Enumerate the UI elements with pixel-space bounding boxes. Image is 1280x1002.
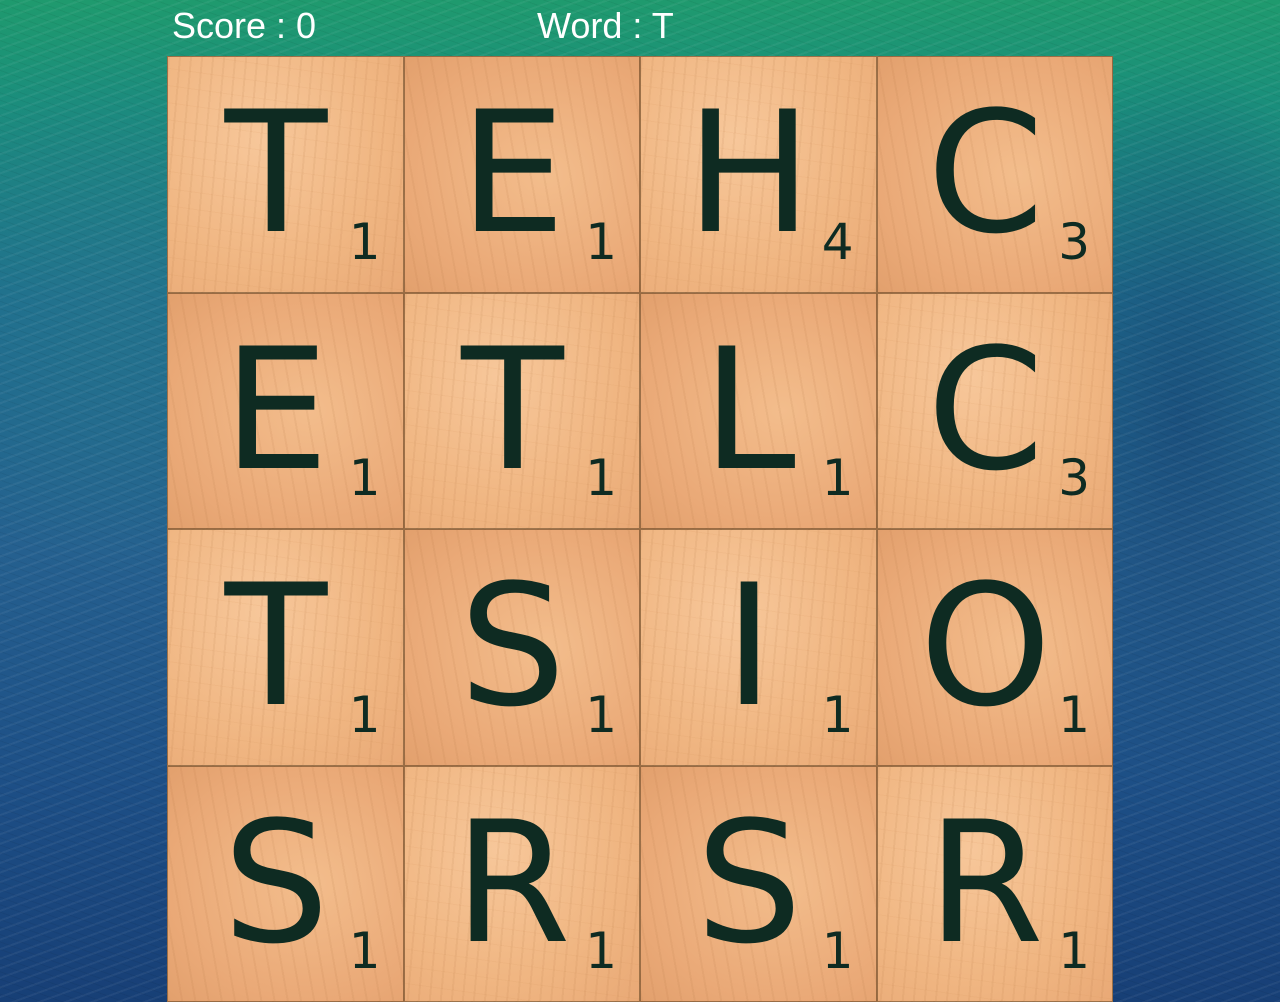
tile-letter: T: [224, 75, 328, 271]
tile-letter: E: [222, 311, 330, 508]
letter-tile[interactable]: T 1: [403, 292, 640, 529]
letter-tile[interactable]: L 1: [640, 292, 877, 529]
tile-points: 1: [585, 212, 617, 271]
tile-points: 1: [1058, 685, 1090, 744]
letter-tile[interactable]: S 1: [167, 765, 404, 1002]
tile-points: 1: [585, 922, 617, 980]
tile-letter: L: [702, 311, 796, 508]
tile-points: 1: [348, 685, 381, 744]
letter-tile[interactable]: R 1: [876, 765, 1113, 1002]
tile-letter: S: [222, 784, 330, 981]
score-display: Score : 0: [172, 5, 317, 46]
tile-points: 4: [821, 212, 854, 271]
tile-points: 1: [585, 685, 617, 744]
letter-tile[interactable]: C 3: [876, 56, 1113, 293]
tile-points: 1: [348, 212, 381, 271]
tile-letter: R: [927, 784, 1044, 981]
tile-points: 1: [821, 685, 854, 744]
tile-points: 1: [821, 449, 854, 507]
tile-letter: T: [461, 311, 564, 508]
tile-points: 3: [1058, 212, 1090, 271]
tile-letter: C: [926, 311, 1045, 508]
letter-tile[interactable]: R 1: [403, 765, 640, 1002]
tile-points: 1: [348, 449, 381, 507]
tile-points: 1: [821, 922, 854, 980]
letter-tile[interactable]: E 1: [167, 292, 404, 529]
tile-letter: T: [224, 548, 328, 744]
tile-letter: C: [926, 75, 1045, 271]
tile-letter: H: [685, 75, 813, 271]
letter-tile[interactable]: E 1: [403, 56, 640, 293]
current-word-display: Word : T: [537, 5, 674, 46]
letter-tile[interactable]: H 4: [640, 56, 877, 293]
letter-tile[interactable]: I 1: [640, 529, 877, 766]
tile-letter: S: [695, 784, 803, 981]
tile-points: 1: [348, 922, 381, 980]
letter-tile[interactable]: T 1: [167, 529, 404, 766]
letter-tile[interactable]: O 1: [876, 529, 1113, 766]
tile-points: 1: [1058, 922, 1090, 980]
letter-tile[interactable]: S 1: [640, 765, 877, 1002]
tile-letter: R: [454, 784, 571, 981]
tile-letter: E: [459, 75, 566, 271]
tile-points: 1: [585, 449, 617, 507]
letter-tile[interactable]: T 1: [167, 56, 404, 293]
letter-tile[interactable]: S 1: [403, 529, 640, 766]
tile-points: 3: [1058, 449, 1090, 507]
tile-letter: O: [919, 548, 1052, 744]
tile-letter: I: [724, 548, 774, 744]
tile-letter: S: [459, 548, 566, 744]
letter-tile[interactable]: C 3: [876, 292, 1113, 529]
letter-board: T 1 E 1 H 4 C 3 E 1 T 1 L 1 C 3 T 1 S 1 …: [167, 56, 1113, 1002]
